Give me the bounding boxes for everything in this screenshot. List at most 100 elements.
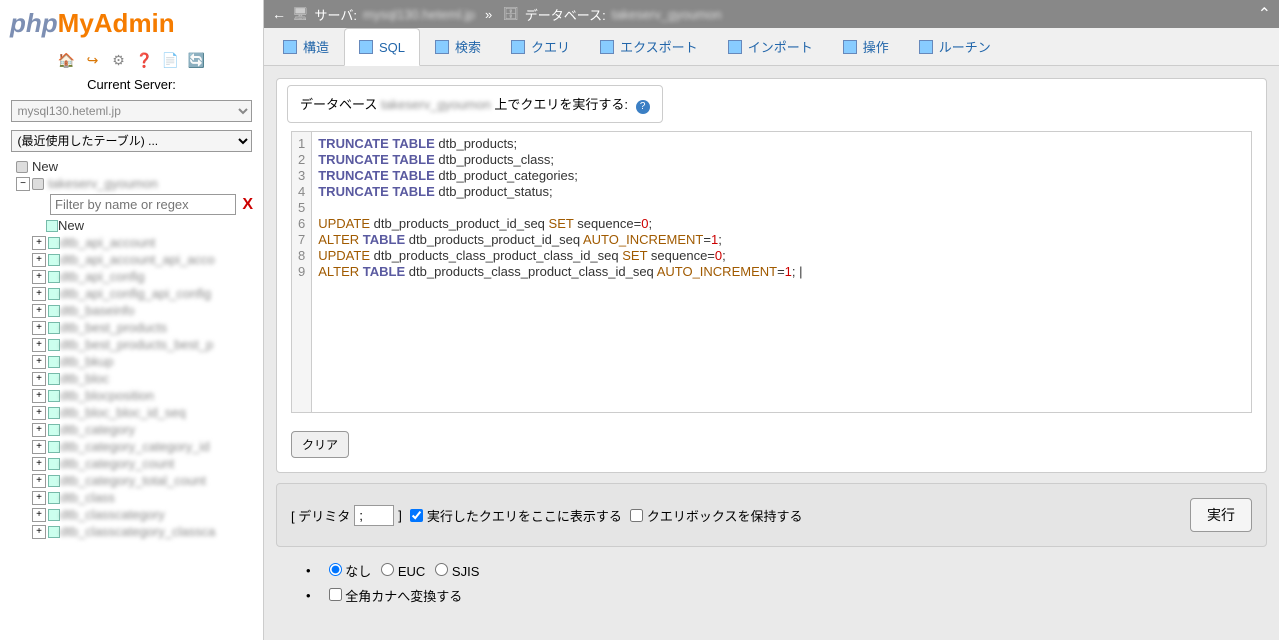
- tree-table-row[interactable]: + dtb_best_products: [0, 319, 263, 336]
- encoding-euc[interactable]: EUC: [381, 563, 425, 579]
- table-icon: [48, 458, 60, 470]
- tree-table-row[interactable]: New: [0, 217, 263, 234]
- tab-SQL[interactable]: SQL: [344, 28, 420, 66]
- tree-table-row[interactable]: + dtb_api_account_api_acco: [0, 251, 263, 268]
- current-server-label: Current Server:: [0, 73, 263, 96]
- tree-table-row[interactable]: + dtb_best_products_best_p: [0, 336, 263, 353]
- tab-ルーチン[interactable]: ルーチン: [904, 28, 1006, 65]
- tab-エクスポート[interactable]: エクスポート: [585, 28, 713, 65]
- tab-icon: [511, 40, 525, 54]
- tree-new-root[interactable]: New: [0, 158, 263, 175]
- table-icon: [48, 254, 60, 266]
- tab-操作[interactable]: 操作: [828, 28, 904, 65]
- tab-検索[interactable]: 検索: [420, 28, 496, 65]
- expand-icon[interactable]: +: [32, 270, 46, 284]
- tab-クエリ[interactable]: クエリ: [496, 28, 585, 65]
- tab-icon: [600, 40, 614, 54]
- expand-icon[interactable]: +: [32, 491, 46, 505]
- tree-table-row[interactable]: + dtb_bloc_bloc_id_seq: [0, 404, 263, 421]
- sidebar: phpMyAdmin 🏠 ↪ ⚙ ❓ 📄 🔄 Current Server: m…: [0, 0, 264, 640]
- line-gutter: 123456789: [292, 132, 312, 412]
- expand-icon[interactable]: +: [32, 321, 46, 335]
- clear-button[interactable]: クリア: [291, 431, 349, 458]
- tree-table-row[interactable]: + dtb_api_config: [0, 268, 263, 285]
- show-query-checkbox[interactable]: [410, 509, 423, 522]
- sql-panel: データベース takeserv_gyoumon 上でクエリを実行する: ? 12…: [276, 78, 1267, 473]
- nav-back-icon[interactable]: ←: [272, 6, 286, 22]
- encoding-sjis[interactable]: SJIS: [435, 563, 479, 579]
- nav-tree: New − takeserv_gyoumon X New+ dtb_api_ac…: [0, 156, 263, 640]
- expand-icon[interactable]: +: [32, 508, 46, 522]
- server-select[interactable]: mysql130.heteml.jp: [11, 100, 253, 122]
- tree-table-row[interactable]: + dtb_bloc: [0, 370, 263, 387]
- recent-tables-select[interactable]: (最近使用したテーブル) ...: [11, 130, 253, 152]
- db-icon: [16, 161, 28, 173]
- expand-icon[interactable]: +: [32, 440, 46, 454]
- expand-icon[interactable]: +: [32, 474, 46, 488]
- encoding-options: • なし EUC SJIS • 全角カナへ変換する: [306, 561, 1267, 605]
- tree-table-row[interactable]: + dtb_category_count: [0, 455, 263, 472]
- tree-table-row[interactable]: + dtb_class: [0, 489, 263, 506]
- db-icon: [32, 178, 44, 190]
- table-icon: [48, 271, 60, 283]
- tree-table-row[interactable]: + dtb_classcategory_classca: [0, 523, 263, 540]
- show-query-label: 実行したクエリをここに表示する: [427, 506, 622, 525]
- expand-icon[interactable]: +: [32, 304, 46, 318]
- filter-row: X: [0, 192, 263, 217]
- expand-icon[interactable]: +: [32, 338, 46, 352]
- keep-box-label: クエリボックスを保持する: [647, 506, 803, 525]
- execute-button[interactable]: 実行: [1190, 498, 1252, 532]
- tree-table-row[interactable]: + dtb_api_config_api_config: [0, 285, 263, 302]
- logout-icon[interactable]: ↪: [84, 51, 102, 69]
- tree-table-row[interactable]: + dtb_category_category_id: [0, 438, 263, 455]
- db-name[interactable]: takeserv_gyoumon: [612, 7, 722, 22]
- delimiter-label-close: ]: [398, 508, 402, 523]
- expand-icon[interactable]: +: [32, 389, 46, 403]
- expand-icon[interactable]: +: [32, 457, 46, 471]
- options-bar: [ デリミタ ] 実行したクエリをここに表示する クエリボックスを保持する 実行: [276, 483, 1267, 547]
- expand-icon[interactable]: +: [32, 406, 46, 420]
- tab-インポート[interactable]: インポート: [713, 28, 828, 65]
- table-icon: [48, 373, 60, 385]
- table-icon: [48, 322, 60, 334]
- sidebar-toolbar: 🏠 ↪ ⚙ ❓ 📄 🔄: [0, 47, 263, 73]
- keep-box-checkbox[interactable]: [630, 509, 643, 522]
- tree-table-row[interactable]: + dtb_bkup: [0, 353, 263, 370]
- tree-table-row[interactable]: + dtb_classcategory: [0, 506, 263, 523]
- expand-icon[interactable]: +: [32, 525, 46, 539]
- tree-table-row[interactable]: + dtb_blocposition: [0, 387, 263, 404]
- kana-convert[interactable]: 全角カナへ変換する: [329, 586, 463, 605]
- clear-filter-icon[interactable]: X: [242, 196, 253, 214]
- expand-icon[interactable]: +: [32, 287, 46, 301]
- server-icon: 🖥: [292, 6, 309, 22]
- tab-構造[interactable]: 構造: [268, 28, 344, 65]
- code-area[interactable]: TRUNCATE TABLE dtb_products;TRUNCATE TAB…: [312, 132, 1251, 412]
- tree-table-row[interactable]: + dtb_baseinfo: [0, 302, 263, 319]
- expand-icon[interactable]: +: [32, 355, 46, 369]
- help-icon[interactable]: ❓: [136, 51, 154, 69]
- encoding-none[interactable]: なし: [329, 561, 372, 580]
- expand-icon[interactable]: +: [32, 236, 46, 250]
- expand-icon[interactable]: +: [32, 423, 46, 437]
- expand-icon[interactable]: +: [32, 253, 46, 267]
- docs-icon[interactable]: 📄: [162, 51, 180, 69]
- gear-icon[interactable]: ⚙: [110, 51, 128, 69]
- filter-input[interactable]: [50, 194, 236, 215]
- server-name[interactable]: mysql130.heteml.jp: [363, 7, 475, 22]
- table-icon: [46, 220, 58, 232]
- tab-bar: 構造SQL検索クエリエクスポートインポート操作ルーチン: [264, 28, 1279, 66]
- collapse-icon[interactable]: −: [16, 177, 30, 191]
- tree-table-row[interactable]: + dtb_category: [0, 421, 263, 438]
- home-icon[interactable]: 🏠: [58, 51, 76, 69]
- tree-db[interactable]: − takeserv_gyoumon: [0, 175, 263, 192]
- collapse-panel-icon[interactable]: ⌃: [1258, 4, 1271, 24]
- panel-header: データベース takeserv_gyoumon 上でクエリを実行する: ?: [287, 85, 663, 123]
- sql-editor[interactable]: 123456789 TRUNCATE TABLE dtb_products;TR…: [291, 131, 1252, 413]
- expand-icon[interactable]: +: [32, 372, 46, 386]
- help-icon[interactable]: ?: [636, 100, 650, 114]
- table-icon: [48, 424, 60, 436]
- tree-table-row[interactable]: + dtb_api_account: [0, 234, 263, 251]
- refresh-icon[interactable]: 🔄: [188, 51, 206, 69]
- tree-table-row[interactable]: + dtb_category_total_count: [0, 472, 263, 489]
- delimiter-input[interactable]: [354, 505, 394, 526]
